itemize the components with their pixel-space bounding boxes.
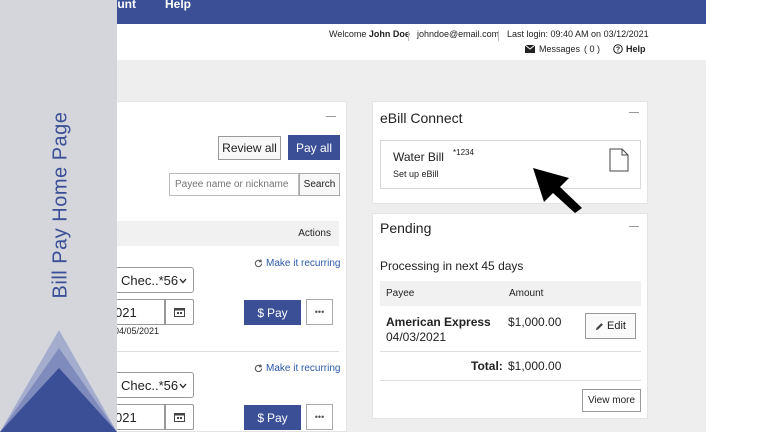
row-divider: [380, 380, 641, 381]
separator: [408, 31, 409, 41]
pending-date: 04/03/2021: [386, 330, 447, 344]
pending-amount: $1,000.00: [508, 315, 562, 329]
pay-button[interactable]: $ Pay: [244, 405, 301, 430]
user-name: John Doe: [368, 29, 410, 39]
pending-table-header: Payee Amount: [380, 281, 641, 306]
edit-button[interactable]: Edit: [585, 313, 636, 339]
calendar-button[interactable]: [165, 299, 194, 325]
pencil-icon: [595, 322, 603, 330]
pending-title: Pending: [380, 220, 432, 236]
messages-label: Messages: [539, 44, 581, 54]
total-label: Total:: [471, 359, 503, 373]
last-login: Last login: 09:40 AM on 03/12/2021: [507, 29, 649, 39]
date-input[interactable]: 021: [111, 404, 165, 430]
mouse-cursor-icon: [533, 168, 582, 213]
nav-item-help[interactable]: Help: [165, 0, 191, 11]
date-input[interactable]: 021: [111, 299, 165, 325]
pay-label: Pay: [267, 305, 288, 320]
collapse-icon[interactable]: [326, 116, 336, 117]
welcome-label: Welcome John Doe: [329, 29, 410, 39]
column-payee: Payee: [386, 288, 415, 299]
account-value: Chec..*56: [121, 377, 179, 393]
row-divider: [117, 351, 339, 352]
more-options-button[interactable]: •••: [306, 404, 333, 430]
make-recurring-link[interactable]: Make it recurring: [254, 258, 340, 269]
collapse-icon[interactable]: [629, 112, 639, 113]
ebill-card-account: *1234: [453, 148, 474, 157]
document-icon: [609, 148, 629, 172]
refresh-icon: [254, 259, 263, 268]
user-info-bar: Welcome John Doe johndoe@email.com Last …: [117, 24, 706, 60]
collapse-icon[interactable]: [629, 226, 639, 227]
sidebar-title: Bill Pay Home Page: [49, 111, 72, 299]
help-label: Help: [626, 44, 646, 54]
user-email: johndoe@email.com: [417, 29, 500, 39]
account-select[interactable]: Chec..*56: [113, 372, 194, 398]
envelope-icon: [525, 45, 535, 53]
refresh-icon: [254, 364, 263, 373]
review-all-button[interactable]: Review all: [218, 136, 281, 160]
calendar-button[interactable]: [165, 404, 194, 430]
pay-button[interactable]: $ Pay: [244, 300, 301, 325]
recurring-label: Make it recurring: [266, 258, 341, 269]
table-header-row: Actions: [117, 221, 339, 246]
account-select[interactable]: Chec..*56: [113, 267, 194, 293]
payments-panel: Review all Pay all Search Actions Make i…: [111, 101, 347, 432]
welcome-prefix: Welcome: [329, 29, 367, 39]
search-button[interactable]: Search: [299, 173, 340, 196]
pay-label: Pay: [267, 410, 288, 425]
calendar-icon: [174, 308, 185, 317]
edit-label: Edit: [607, 320, 626, 332]
due-date: 04/05/2021: [114, 326, 160, 336]
ebill-connect-panel: eBill Connect Water Bill *1234 Set up eB…: [372, 101, 648, 204]
pending-subtitle: Processing in next 45 days: [380, 259, 524, 273]
pending-panel: Pending Processing in next 45 days Payee…: [372, 213, 648, 419]
background-margin: [706, 0, 768, 432]
help-icon: ?: [613, 44, 623, 54]
calendar-icon: [174, 413, 185, 422]
chevron-down-icon: [179, 278, 187, 284]
view-more-button[interactable]: View more: [582, 389, 641, 412]
column-amount: Amount: [509, 288, 544, 299]
make-recurring-link[interactable]: Make it recurring: [254, 363, 340, 374]
recurring-label: Make it recurring: [266, 363, 341, 374]
pending-payee: American Express: [386, 315, 491, 329]
payee-search-input[interactable]: [169, 173, 299, 196]
chevron-down-icon: [179, 383, 187, 389]
ebill-card[interactable]: Water Bill *1234 Set up eBill: [380, 140, 641, 189]
actions-header: Actions: [298, 228, 331, 239]
separator: [498, 31, 499, 41]
title-sidebar: Bill Pay Home Page: [0, 0, 117, 432]
svg-text:?: ?: [616, 47, 620, 54]
dollar-icon: $: [257, 410, 264, 425]
more-options-button[interactable]: •••: [306, 299, 333, 325]
screen: ount Help Welcome John Doe johndoe@email…: [0, 0, 768, 432]
dollar-icon: $: [257, 305, 264, 320]
total-amount: $1,000.00: [508, 359, 562, 373]
chevron-decoration-icon: [0, 330, 117, 432]
pay-all-button[interactable]: Pay all: [288, 135, 340, 160]
messages-link[interactable]: Messages ( 0 ): [525, 44, 600, 54]
ebill-card-name: Water Bill: [393, 150, 444, 164]
help-link[interactable]: ? Help: [613, 44, 646, 54]
messages-count: ( 0 ): [584, 44, 601, 54]
account-value: Chec..*56: [121, 272, 179, 288]
ebill-title: eBill Connect: [380, 110, 463, 126]
row-divider: [380, 351, 641, 352]
setup-ebill-link[interactable]: Set up eBill: [393, 169, 439, 179]
